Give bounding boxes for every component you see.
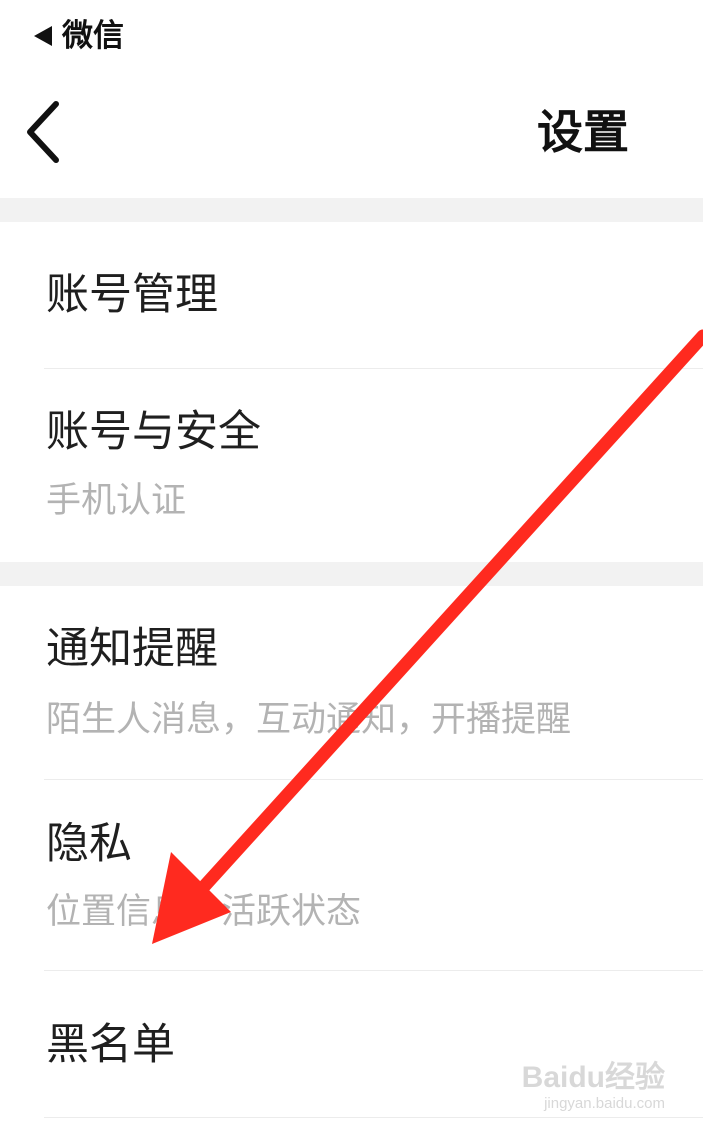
- settings-item-subtitle: 手机认证: [46, 481, 187, 521]
- back-triangle-icon: [34, 26, 52, 46]
- section-separator: [0, 562, 703, 586]
- return-app-label: 微信: [62, 18, 124, 54]
- baidu-jingyan-watermark: Baidu经验 jingyan.baidu.com: [522, 1061, 665, 1113]
- back-button[interactable]: [14, 94, 78, 170]
- settings-item-subtitle: 位置信息，活跃状态: [46, 892, 362, 932]
- settings-item-account-management[interactable]: 账号管理: [0, 222, 703, 368]
- settings-item-privacy[interactable]: 隐私 位置信息，活跃状态: [0, 780, 703, 970]
- chevron-left-icon: [27, 101, 59, 163]
- settings-item-notifications[interactable]: 通知提醒 陌生人消息，互动通知，开播提醒: [0, 586, 703, 779]
- settings-item-title: 账号与安全: [46, 407, 261, 457]
- settings-item-title: 隐私: [46, 819, 132, 869]
- settings-item-title: 黑名单: [46, 1020, 175, 1070]
- settings-item-title: 账号管理: [46, 270, 218, 320]
- navigation-bar: 设置: [0, 70, 703, 198]
- watermark-url: jingyan.baidu.com: [544, 1095, 665, 1112]
- row-divider: [44, 1117, 703, 1118]
- status-bar: 微信: [0, 0, 703, 70]
- page-title: 设置: [537, 105, 629, 159]
- settings-item-account-security[interactable]: 账号与安全 手机认证: [0, 369, 703, 562]
- settings-item-subtitle: 陌生人消息，互动通知，开播提醒: [46, 700, 572, 740]
- settings-item-title: 通知提醒: [46, 624, 218, 674]
- watermark-brand: Baidu经验: [521, 1061, 665, 1094]
- section-separator: [0, 198, 703, 222]
- return-to-wechat-button[interactable]: 微信: [34, 14, 124, 58]
